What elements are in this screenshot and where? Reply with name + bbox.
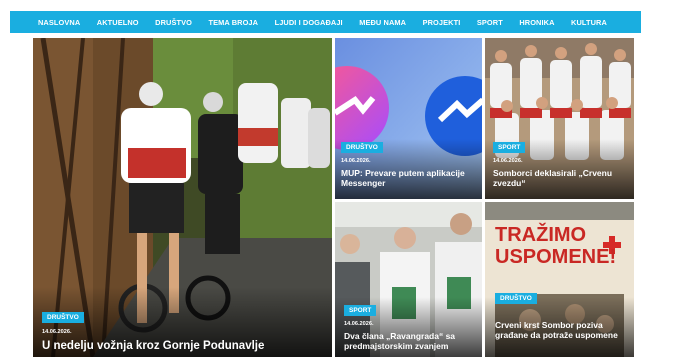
- nav-item-medju-nama[interactable]: MEĐU NAMA: [359, 18, 406, 27]
- nav-item-hronika[interactable]: HRONIKA: [519, 18, 554, 27]
- nav-item-drustvo[interactable]: DRUŠTVO: [155, 18, 192, 27]
- article-title[interactable]: Dva člana „Ravangrada“ sa predmajstorski…: [344, 331, 476, 351]
- nav-item-projekti[interactable]: PROJEKTI: [423, 18, 461, 27]
- article-card-football[interactable]: SPORT 14.06.2026. Somborci deklasirali „…: [485, 38, 634, 199]
- article-card-red-cross[interactable]: TRAŽIMO USPOMENE! DRUŠTVO Crveni krst So…: [485, 202, 634, 357]
- category-badge[interactable]: DRUŠTVO: [341, 142, 383, 153]
- nav-item-kultura[interactable]: KULTURA: [571, 18, 607, 27]
- article-card-featured[interactable]: DRUŠTVO 14.06.2026. U nedelju vožnja kro…: [33, 38, 332, 357]
- article-card-judo[interactable]: SPORT 14.06.2026. Dva člana „Ravangrada“…: [335, 202, 482, 357]
- article-card-messenger[interactable]: DRUŠTVO 14.06.2026. MUP: Prevare putem a…: [335, 38, 482, 199]
- nav-item-naslovna[interactable]: NASLOVNA: [38, 18, 80, 27]
- category-badge[interactable]: SPORT: [493, 142, 526, 153]
- nav-item-aktuelno[interactable]: AKTUELNO: [97, 18, 139, 27]
- poster-headline-line2: USPOMENE!: [495, 246, 617, 268]
- nav-item-sport[interactable]: SPORT: [477, 18, 503, 27]
- poster-headline-line1: TRAŽIMO: [495, 224, 587, 246]
- category-badge[interactable]: DRUŠTVO: [42, 312, 84, 323]
- article-date: 14.06.2026.: [344, 321, 374, 327]
- article-date: 14.06.2026.: [493, 158, 523, 164]
- article-date: 14.06.2026.: [42, 329, 72, 335]
- article-title[interactable]: Somborci deklasirali „Crvenu zvezdu“: [493, 168, 625, 188]
- article-date: 14.06.2026.: [341, 158, 371, 164]
- article-title[interactable]: U nedelju vožnja kroz Gornje Podunavlje: [42, 340, 264, 354]
- article-title[interactable]: MUP: Prevare putem aplikacije Messenger: [341, 168, 473, 188]
- category-badge[interactable]: DRUŠTVO: [495, 293, 537, 304]
- nav-item-tema-broja[interactable]: TEMA BROJA: [208, 18, 258, 27]
- category-badge[interactable]: SPORT: [344, 305, 377, 316]
- nav-item-ljudi-i-dogadaji[interactable]: LJUDI I DOGAĐAJI: [275, 18, 343, 27]
- article-title[interactable]: Crveni krst Sombor poziva građane da pot…: [495, 320, 627, 340]
- main-navigation: NASLOVNA AKTUELNO DRUŠTVO TEMA BROJA LJU…: [10, 11, 641, 33]
